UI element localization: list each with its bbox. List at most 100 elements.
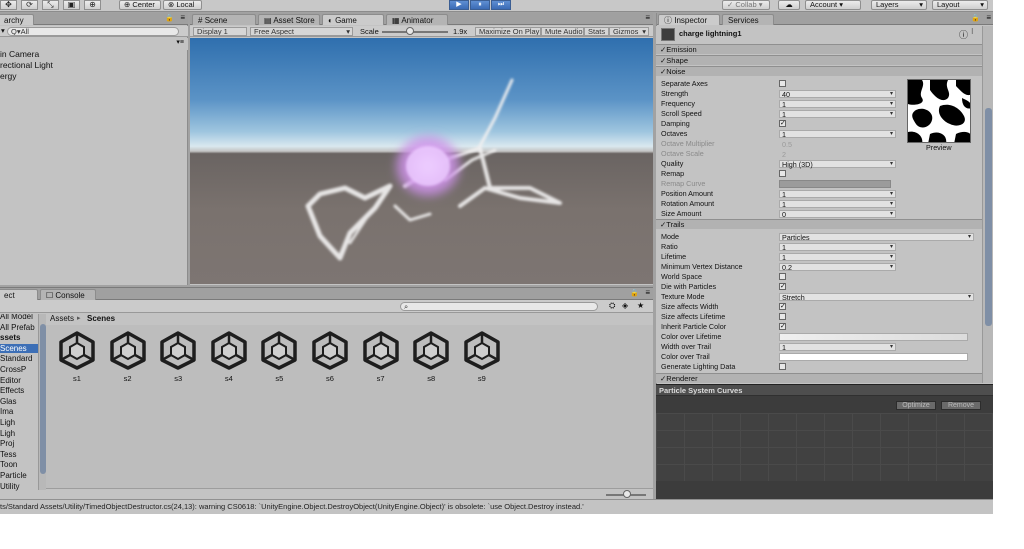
favorite-star-icon[interactable]: ★: [637, 301, 644, 310]
stats-toggle[interactable]: Stats: [584, 27, 609, 36]
tab-services[interactable]: Services: [722, 14, 774, 25]
hierarchy-item-camera[interactable]: in Camera: [0, 49, 39, 59]
tree-item[interactable]: Utility: [0, 482, 20, 491]
trails_props-value-field[interactable]: 1: [779, 253, 896, 262]
step-button[interactable]: ⏭: [491, 0, 511, 10]
tree-item[interactable]: All Model: [0, 314, 33, 321]
trails_props-value-field[interactable]: 1: [779, 243, 896, 252]
icon-size-slider-thumb[interactable]: [623, 490, 631, 498]
module-emission[interactable]: ✓Emission: [656, 44, 982, 54]
gizmos-dropdown[interactable]: Gizmos ▾: [609, 27, 649, 36]
scene-asset-item[interactable]: s2: [106, 330, 150, 386]
noise_props-value-field[interactable]: 1: [779, 190, 896, 199]
hierarchy-item-light[interactable]: rectional Light: [0, 60, 53, 70]
tree-item[interactable]: All Prefab: [0, 323, 35, 332]
noise_props-value-field[interactable]: High (3D): [779, 160, 896, 169]
noise_props-value-field[interactable]: 1: [779, 130, 896, 139]
transform-tool-icon[interactable]: ⊕: [84, 0, 101, 10]
module-shape[interactable]: ✓Shape: [656, 55, 982, 65]
noise_props-checkbox[interactable]: [779, 170, 786, 177]
noise_props-value-field[interactable]: 1: [779, 110, 896, 119]
trails_props-value-field[interactable]: [779, 353, 968, 361]
tab-hierarchy[interactable]: archy: [0, 14, 34, 25]
tab-scene[interactable]: # Scene: [192, 14, 256, 25]
tab-project[interactable]: ect: [0, 289, 38, 300]
tree-item[interactable]: Effects: [0, 386, 24, 395]
scene-asset-item[interactable]: s5: [257, 330, 301, 386]
tree-item[interactable]: Glas: [0, 397, 16, 406]
component-settings-icon[interactable]: ⁝: [971, 27, 974, 36]
tree-item[interactable]: CrossP: [0, 365, 26, 374]
cloud-button[interactable]: ☁: [778, 0, 800, 10]
inspector-scrollbar[interactable]: [982, 26, 993, 383]
tab-asset-store[interactable]: ▤ Asset Store: [258, 14, 320, 25]
tree-item[interactable]: Toon: [0, 460, 17, 469]
move-tool-icon[interactable]: ✥: [0, 0, 17, 10]
panel-menu-icon[interactable]: ≡: [645, 288, 650, 297]
play-button[interactable]: ▶: [449, 0, 469, 10]
tree-scrollbar[interactable]: [38, 314, 46, 490]
pivot-center-button[interactable]: ⊕ Center: [119, 0, 161, 10]
tab-game[interactable]: ◐ Game: [322, 14, 384, 25]
space-local-button[interactable]: ⊗ Local: [163, 0, 202, 10]
rect-tool-icon[interactable]: ▣: [63, 0, 80, 10]
tree-item[interactable]: Ima: [0, 407, 13, 416]
rotate-tool-icon[interactable]: ⟳: [21, 0, 38, 10]
filter-label-icon[interactable]: ◈: [622, 301, 628, 310]
trails_props-checkbox[interactable]: ✓: [779, 303, 786, 310]
tree-item[interactable]: Scenes: [0, 343, 38, 353]
panel-menu-icon[interactable]: ≡: [986, 13, 991, 22]
scene-asset-item[interactable]: s4: [207, 330, 251, 386]
scale-slider-thumb[interactable]: [406, 27, 414, 35]
collab-button[interactable]: ✓ Collab ▾: [722, 0, 770, 10]
scene-asset-item[interactable]: s1: [55, 330, 99, 386]
aspect-dropdown[interactable]: Free Aspect ▾: [250, 27, 353, 36]
trails_props-checkbox[interactable]: ✓: [779, 283, 786, 290]
hierarchy-item-energy[interactable]: ergy: [0, 71, 17, 81]
tree-item[interactable]: Ligh: [0, 429, 15, 438]
account-dropdown[interactable]: Account ▾: [805, 0, 861, 10]
inspector-scrollbar-thumb[interactable]: [985, 108, 992, 326]
panel-menu-icon[interactable]: ≡: [645, 13, 650, 22]
module-renderer[interactable]: ✓Renderer: [656, 373, 982, 383]
trails_props-value-field[interactable]: [779, 333, 968, 341]
scene-asset-item[interactable]: s9: [460, 330, 504, 386]
noise_props-value-field[interactable]: 1: [779, 100, 896, 109]
tree-item[interactable]: Editor: [0, 376, 21, 385]
tree-item[interactable]: Particle: [0, 471, 27, 480]
noise_props-value-field[interactable]: 40: [779, 90, 896, 99]
display-dropdown[interactable]: Display 1: [193, 27, 247, 36]
game-viewport[interactable]: [190, 38, 653, 284]
trails_props-value-field[interactable]: 0.2: [779, 263, 896, 272]
module-noise[interactable]: ✓Noise: [656, 66, 982, 76]
scale-slider-track[interactable]: [382, 31, 448, 33]
tab-inspector[interactable]: ⓘ Inspector: [658, 14, 720, 25]
panel-menu-icon[interactable]: ≡: [180, 13, 185, 22]
noise_props-value-field[interactable]: 1: [779, 200, 896, 209]
status-bar[interactable]: ts/Standard Assets/Utility/TimedObjectDe…: [0, 499, 993, 514]
pause-button[interactable]: ⏸: [470, 0, 490, 10]
help-icon[interactable]: ⓘ: [959, 28, 968, 41]
module-trails[interactable]: ✓Trails: [656, 219, 982, 229]
trails_props-value-field[interactable]: Particles: [779, 233, 974, 242]
trails_props-value-field[interactable]: 1: [779, 343, 896, 352]
layers-dropdown[interactable]: Layers ▾: [871, 0, 927, 10]
mute-audio-toggle[interactable]: Mute Audio: [541, 27, 584, 36]
tab-animator[interactable]: ▦ Animator: [386, 14, 448, 25]
curve-editor-grid[interactable]: [656, 413, 993, 481]
hierarchy-search-input[interactable]: Q▾All: [7, 27, 179, 36]
tree-item[interactable]: ssets: [0, 333, 20, 342]
tree-item[interactable]: Proj: [0, 439, 14, 448]
create-dropdown-icon[interactable]: ▾: [1, 26, 5, 35]
maximize-on-play-toggle[interactable]: Maximize On Play: [475, 27, 541, 36]
lock-icon[interactable]: 🔒: [630, 289, 639, 297]
tree-item[interactable]: Standard: [0, 354, 32, 363]
scene-asset-item[interactable]: s6: [308, 330, 352, 386]
project-search-input[interactable]: ⌕: [400, 302, 598, 311]
noise_props-value-field[interactable]: 0: [779, 210, 896, 219]
noise_props-checkbox[interactable]: [779, 80, 786, 87]
filter-type-icon[interactable]: ⛭: [609, 301, 615, 311]
noise_props-checkbox[interactable]: ✓: [779, 120, 786, 127]
remove-button[interactable]: Remove: [941, 401, 981, 410]
breadcrumb-scenes[interactable]: Scenes: [87, 314, 115, 323]
